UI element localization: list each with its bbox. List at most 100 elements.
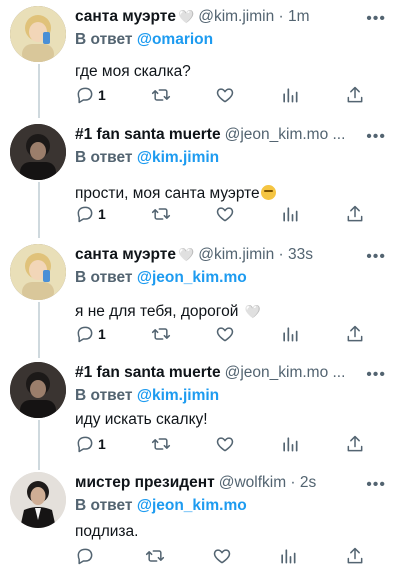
share-button[interactable] <box>345 546 365 566</box>
handle-timestamp[interactable]: @jeon_kim.mo ... <box>225 126 346 144</box>
like-button[interactable] <box>215 324 235 344</box>
tweet[interactable]: #1 fan santa muerte @jeon_kim.mo ... •••… <box>0 356 400 468</box>
tweet[interactable]: мистер президент @wolfkim · 2s ••• В отв… <box>0 466 400 569</box>
display-name[interactable]: #1 fan santa muerte <box>75 126 221 144</box>
tweet-actions: 1 <box>75 434 365 454</box>
reply-context: В ответ @kim.jimin <box>75 149 390 171</box>
like-icon <box>217 88 234 103</box>
reply-count: 1 <box>98 87 106 103</box>
reply-prefix: В ответ <box>75 387 133 404</box>
more-icon[interactable]: ••• <box>366 476 386 494</box>
share-icon <box>347 435 363 452</box>
share-icon <box>347 86 363 103</box>
tweet-text-container: я не для тебя, дорогой 🤍 <box>75 303 390 321</box>
tweet-text: я не для тебя, дорогой <box>75 303 239 320</box>
analytics-button[interactable] <box>280 324 300 344</box>
reply-icon <box>77 548 93 565</box>
retweet-button[interactable] <box>151 85 171 105</box>
share-button[interactable] <box>345 85 365 105</box>
handle-timestamp[interactable]: @jeon_kim.mo ... <box>225 364 346 382</box>
reply-mention-link[interactable]: @jeon_kim.mo <box>137 269 247 286</box>
reply-button[interactable] <box>75 546 98 566</box>
tweet-actions: 1 <box>75 204 365 224</box>
share-button[interactable] <box>345 434 365 454</box>
retweet-icon <box>151 208 170 220</box>
handle-timestamp[interactable]: @kim.jimin · 33s <box>198 246 313 264</box>
white-heart-emoji: 🤍 <box>244 304 261 319</box>
handle-timestamp[interactable]: @kim.jimin · 1m <box>198 8 309 26</box>
tweet-text-container: прости, моя санта муэрте <box>75 185 390 203</box>
reply-prefix: В ответ <box>75 497 133 514</box>
tweet-text: подлиза. <box>75 523 139 540</box>
tweet-thread: санта муэрте 🤍 @kim.jimin · 1m ••• В отв… <box>0 0 400 569</box>
share-button[interactable] <box>345 204 365 224</box>
retweet-button[interactable] <box>151 434 171 454</box>
like-icon <box>217 327 234 342</box>
reply-icon <box>77 87 93 104</box>
like-button[interactable] <box>215 434 235 454</box>
avatar[interactable] <box>10 244 66 300</box>
analytics-button[interactable] <box>278 546 298 566</box>
tweet-actions: 1 <box>75 85 365 105</box>
white-heart-emoji: 🤍 <box>178 247 195 262</box>
reply-prefix: В ответ <box>75 31 133 48</box>
tweet-actions: 1 <box>75 324 365 344</box>
reply-count: 1 <box>98 206 106 222</box>
analytics-button[interactable] <box>280 434 300 454</box>
analytics-icon <box>283 437 298 452</box>
more-icon[interactable]: ••• <box>366 128 386 146</box>
reply-button[interactable]: 1 <box>75 324 106 344</box>
more-icon[interactable]: ••• <box>366 10 386 28</box>
retweet-icon <box>151 438 170 450</box>
reply-icon <box>77 206 93 223</box>
retweet-button[interactable] <box>151 204 171 224</box>
retweet-button[interactable] <box>145 546 165 566</box>
handle-timestamp[interactable]: @wolfkim · 2s <box>219 474 317 492</box>
like-icon <box>217 207 234 222</box>
reply-button[interactable]: 1 <box>75 204 106 224</box>
avatar[interactable] <box>10 124 66 180</box>
share-icon <box>347 205 363 222</box>
display-name[interactable]: #1 fan santa muerte <box>75 364 221 382</box>
display-name[interactable]: санта муэрте <box>75 8 176 26</box>
display-name[interactable]: санта муэрте <box>75 246 176 264</box>
share-icon <box>347 547 363 564</box>
like-button[interactable] <box>212 546 232 566</box>
reply-icon <box>77 326 93 343</box>
tweet[interactable]: санта муэрте 🤍 @kim.jimin · 1m ••• В отв… <box>0 0 400 115</box>
avatar[interactable] <box>10 362 66 418</box>
analytics-icon <box>283 207 298 222</box>
reply-prefix: В ответ <box>75 149 133 166</box>
reply-mention-link[interactable]: @jeon_kim.mo <box>137 497 247 514</box>
tweet-text: где моя скалка? <box>75 63 191 80</box>
avatar[interactable] <box>10 472 66 528</box>
like-button[interactable] <box>215 204 235 224</box>
analytics-icon <box>283 88 298 103</box>
reply-context: В ответ @jeon_kim.mo <box>75 497 390 519</box>
retweet-icon <box>151 89 170 101</box>
retweet-button[interactable] <box>151 324 171 344</box>
more-icon[interactable]: ••• <box>366 248 386 266</box>
reply-mention-link[interactable]: @omarion <box>137 31 213 48</box>
reply-context: В ответ @kim.jimin <box>75 387 390 409</box>
tweet[interactable]: санта муэрте 🤍 @kim.jimin · 33s ••• В от… <box>0 238 400 356</box>
retweet-icon <box>145 550 164 562</box>
reply-mention-link[interactable]: @kim.jimin <box>137 387 219 404</box>
reply-prefix: В ответ <box>75 269 133 286</box>
tweet[interactable]: #1 fan santa muerte @jeon_kim.mo ... •••… <box>0 118 400 236</box>
reply-mention-link[interactable]: @kim.jimin <box>137 149 219 166</box>
tweet-text: прости, моя санта муэрте <box>75 185 260 202</box>
reply-context: В ответ @jeon_kim.mo <box>75 269 390 291</box>
analytics-button[interactable] <box>280 85 300 105</box>
avatar[interactable] <box>10 6 66 62</box>
analytics-icon <box>281 549 296 564</box>
display-name[interactable]: мистер президент <box>75 474 215 492</box>
analytics-icon <box>283 327 298 342</box>
analytics-button[interactable] <box>280 204 300 224</box>
crying-face-emoji <box>260 185 276 200</box>
reply-button[interactable]: 1 <box>75 85 106 105</box>
more-icon[interactable]: ••• <box>366 366 386 384</box>
share-button[interactable] <box>345 324 365 344</box>
reply-button[interactable]: 1 <box>75 434 106 454</box>
like-button[interactable] <box>215 85 235 105</box>
